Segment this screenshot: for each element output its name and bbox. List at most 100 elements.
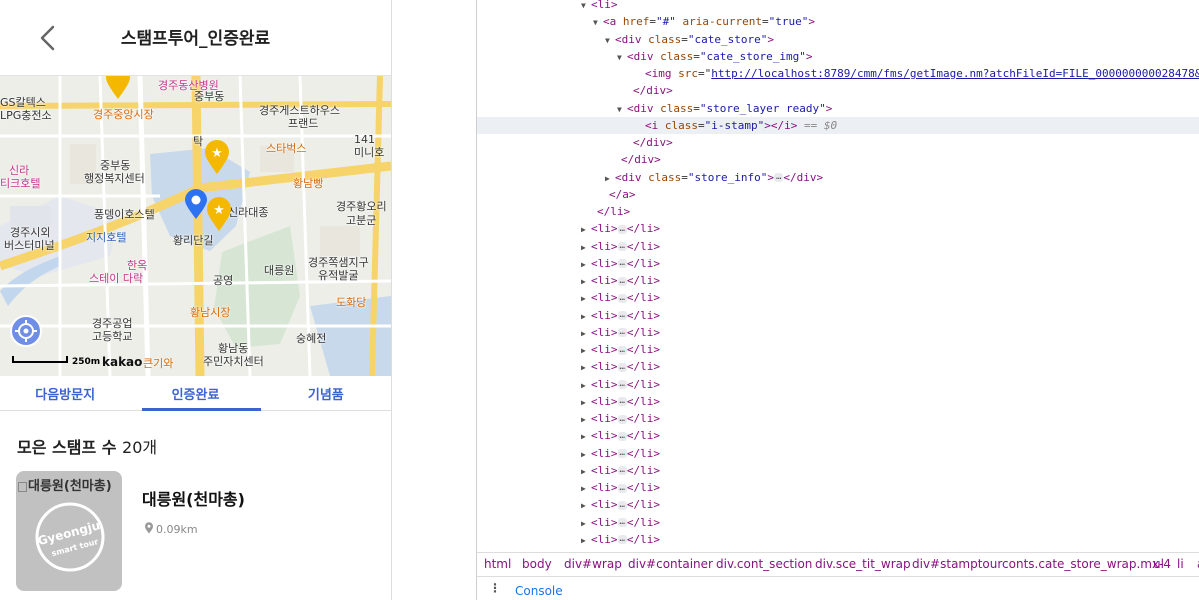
- map-poi-label[interactable]: 탁: [193, 135, 203, 148]
- map-poi-label[interactable]: 중부동: [100, 159, 130, 172]
- map-poi-label[interactable]: 유적발굴: [318, 269, 358, 282]
- dom-node-collapsed-li[interactable]: ▶ <li>… </li>: [477, 220, 1199, 237]
- breadcrumb-item[interactable]: div.cont_section: [716, 557, 812, 571]
- dom-node-collapsed-li[interactable]: ▶ <li>… </li>: [477, 531, 1199, 548]
- breadcrumb-item[interactable]: body: [522, 557, 552, 571]
- breadcrumb-item[interactable]: ul: [1153, 557, 1164, 571]
- tab-console[interactable]: Console: [515, 584, 563, 598]
- breadcrumb-item[interactable]: div#container: [628, 557, 713, 571]
- map-poi-label[interactable]: 공영: [213, 274, 233, 287]
- map-poi-label[interactable]: 티크호텔: [0, 177, 40, 190]
- map-poi-label[interactable]: 경주게스트하우스: [259, 104, 340, 117]
- dom-node-collapsed-li[interactable]: ▶ <li>… </li>: [477, 514, 1199, 531]
- caret-right-icon[interactable]: ▶: [581, 273, 591, 290]
- dom-node-collapsed-li[interactable]: ▶ <li>… </li>: [477, 410, 1199, 427]
- map-poi-label[interactable]: 한옥: [127, 259, 147, 272]
- map-poi-label[interactable]: 황남시장: [190, 306, 230, 319]
- map-poi-label[interactable]: GS칼텍스: [0, 96, 46, 109]
- map-poi-label[interactable]: 경주공업: [92, 317, 132, 330]
- caret-down-icon[interactable]: ▼: [617, 101, 627, 118]
- tab-certified[interactable]: 인증완료: [130, 376, 261, 411]
- dom-node-collapsed-li[interactable]: ▶ <li>… </li>: [477, 393, 1199, 410]
- map-poi-label[interactable]: 황리단길: [173, 234, 213, 247]
- caret-right-icon[interactable]: ▶: [581, 359, 591, 376]
- map-poi-label[interactable]: 행정복지센터: [84, 172, 145, 185]
- caret-down-icon[interactable]: ▼: [605, 32, 615, 49]
- map-poi-label[interactable]: 경주쪽샘지구: [308, 256, 369, 269]
- current-location-pin[interactable]: [183, 188, 209, 220]
- map-poi-label[interactable]: 주민자치센터: [203, 355, 264, 368]
- caret-right-icon[interactable]: ▶: [581, 221, 591, 238]
- dom-node-collapsed-li[interactable]: ▶ <li>… </li>: [477, 289, 1199, 306]
- caret-right-icon[interactable]: ▶: [605, 170, 615, 187]
- tab-next-visit[interactable]: 다음방문지: [0, 376, 130, 410]
- locate-button[interactable]: [10, 315, 42, 347]
- dom-node[interactable]: </div>: [477, 151, 1199, 168]
- dom-node-collapsed-li[interactable]: ▶ <li>… </li>: [477, 427, 1199, 444]
- map-poi-label[interactable]: 141: [354, 133, 375, 146]
- caret-right-icon[interactable]: ▶: [581, 394, 591, 411]
- src-link[interactable]: http://localhost:8789/cmm/fms/getImage.n…: [711, 67, 1199, 80]
- caret-right-icon[interactable]: ▶: [581, 515, 591, 532]
- dom-node-collapsed-li[interactable]: ▶ <li>… </li>: [477, 445, 1199, 462]
- stamp-star-marker[interactable]: ★: [205, 196, 233, 232]
- dom-node[interactable]: ▼ <div class="cate_store">: [477, 31, 1199, 48]
- dom-node-collapsed-li[interactable]: ▶ <li>… </li>: [477, 272, 1199, 289]
- map-poi-label[interactable]: 지지호텔: [86, 231, 126, 244]
- breadcrumb-item[interactable]: div#wrap: [564, 557, 622, 571]
- dom-node-collapsed-li[interactable]: ▶ <li>… </li>: [477, 462, 1199, 479]
- map-poi-label[interactable]: 경주황오리: [336, 200, 387, 213]
- map-view[interactable]: 경주동산병원 중부동 GS칼텍스 LPG충전소 경주중앙시장 경주게스트하우스 프랜드 141…: [0, 76, 391, 376]
- map-poi-label[interactable]: 경주시외: [10, 226, 50, 239]
- caret-right-icon[interactable]: ▶: [581, 497, 591, 514]
- map-poi-label[interactable]: 대릉원: [264, 264, 294, 277]
- caret-down-icon[interactable]: ▼: [581, 0, 591, 14]
- map-poi-label[interactable]: 중부동: [194, 90, 224, 103]
- caret-right-icon[interactable]: ▶: [581, 256, 591, 273]
- caret-right-icon[interactable]: ▶: [581, 532, 591, 549]
- drawer-menu-icon[interactable]: ⋮: [489, 581, 501, 595]
- caret-right-icon[interactable]: ▶: [581, 411, 591, 428]
- map-poi-label[interactable]: LPG충전소: [0, 109, 52, 122]
- caret-right-icon[interactable]: ▶: [581, 308, 591, 325]
- dom-node[interactable]: ▼ <li>: [477, 0, 1199, 13]
- map-poi-label[interactable]: 버스터미널: [4, 239, 55, 252]
- map-poi-label[interactable]: 프랜드: [288, 117, 318, 130]
- stamp-star-marker[interactable]: ★: [203, 139, 231, 175]
- map-poi-label[interactable]: 큰기와: [143, 357, 173, 370]
- dom-node[interactable]: </a>: [477, 186, 1199, 203]
- caret-right-icon[interactable]: ▶: [581, 239, 591, 256]
- map-poi-label[interactable]: 스타벅스: [266, 142, 306, 155]
- map-poi-label[interactable]: 고등학교: [92, 330, 132, 343]
- breadcrumb-item[interactable]: li: [1177, 557, 1184, 571]
- back-button[interactable]: [30, 20, 66, 56]
- dom-node-collapsed-li[interactable]: ▶ <li>… </li>: [477, 479, 1199, 496]
- dom-node-collapsed-li[interactable]: ▶ <li>… </li>: [477, 341, 1199, 358]
- dom-node-collapsed-li[interactable]: ▶ <li>… </li>: [477, 376, 1199, 393]
- stamp-list-item[interactable]: 대릉원(천마총) Gyeongju smart tour 대릉원(천마총) 0.…: [16, 470, 376, 592]
- map-poi-label[interactable]: 스테이 다락: [89, 272, 143, 285]
- dom-node-collapsed-li[interactable]: ▶ <li>… </li>: [477, 255, 1199, 272]
- tab-souvenir[interactable]: 기념품: [261, 376, 391, 410]
- caret-right-icon[interactable]: ▶: [581, 377, 591, 394]
- dom-node[interactable]: <img src="http://localhost:8789/cmm/fms/…: [477, 65, 1199, 82]
- dom-node-collapsed-li[interactable]: ▶ <li>… </li>: [477, 496, 1199, 513]
- map-poi-label[interactable]: 풍뎅이호스텔: [94, 208, 155, 221]
- dom-node-collapsed-li[interactable]: ▶ <li>… </li>: [477, 238, 1199, 255]
- caret-down-icon[interactable]: ▼: [617, 49, 627, 66]
- dom-node-collapsed-li[interactable]: ▶ <li>… </li>: [477, 324, 1199, 341]
- dom-node[interactable]: </li>: [477, 203, 1199, 220]
- dom-node[interactable]: ▼ <div class="store_layer ready">: [477, 100, 1199, 117]
- caret-right-icon[interactable]: ▶: [581, 428, 591, 445]
- caret-right-icon[interactable]: ▶: [581, 325, 591, 342]
- caret-right-icon[interactable]: ▶: [581, 480, 591, 497]
- dom-node[interactable]: ▼ <div class="cate_store_img">: [477, 48, 1199, 65]
- caret-right-icon[interactable]: ▶: [581, 446, 591, 463]
- elements-tree[interactable]: … ▼<li>▼<a href="#" aria-current="true">…: [477, 0, 1199, 552]
- caret-down-icon[interactable]: ▼: [593, 14, 603, 31]
- map-poi-label[interactable]: 숭혜전: [296, 332, 326, 345]
- map-poi-label[interactable]: 황남동: [218, 342, 248, 355]
- map-poi-label[interactable]: 도화당: [336, 296, 366, 309]
- map-poi-label[interactable]: 고분군: [346, 214, 376, 227]
- breadcrumb-item[interactable]: div#stamptourconts.cate_store_wrap.mx-4: [912, 557, 1171, 571]
